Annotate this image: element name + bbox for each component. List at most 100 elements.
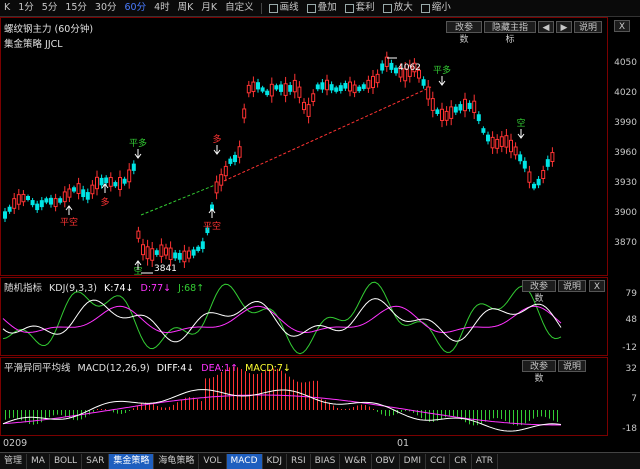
kdj-title: 随机指标 <box>4 283 43 294</box>
period-week[interactable]: 周K <box>174 0 198 16</box>
macd-bar <box>73 410 74 420</box>
macd-bar <box>57 410 58 415</box>
candle-body <box>99 177 104 186</box>
price-tick: 3960 <box>614 148 637 158</box>
tab-kdj[interactable]: KDJ <box>263 453 287 469</box>
macd-bar <box>101 409 102 410</box>
macd-bar <box>405 410 406 412</box>
candle-body <box>527 171 532 183</box>
prev-arrow-button[interactable]: ◀ <box>538 21 554 33</box>
tab-dmi[interactable]: DMI <box>400 453 426 469</box>
macd-bar <box>317 380 318 410</box>
kdj-k-value: K:74↓ <box>104 283 134 294</box>
trend-line-green <box>140 184 216 216</box>
candle-body <box>449 106 454 119</box>
period-60min[interactable]: 60分 <box>121 0 151 16</box>
macd-edit-params-button[interactable]: 改参数 <box>522 360 556 384</box>
macd-help-button[interactable]: 说明 <box>558 360 586 372</box>
macd-bar <box>305 382 306 410</box>
tab-jjcl[interactable]: 集金策略 <box>109 453 155 469</box>
period-month[interactable]: 月K <box>197 0 221 16</box>
arbitrage-label: 套利 <box>355 2 375 13</box>
macd-bar <box>401 410 402 412</box>
candlestick-chart[interactable]: 平空多平多空平空多平多空40623841 <box>1 18 607 275</box>
candle-body <box>292 79 297 93</box>
tab-cr[interactable]: CR <box>450 453 472 469</box>
macd-bar <box>49 410 50 418</box>
candle-body <box>150 248 155 261</box>
candle-body <box>118 177 122 190</box>
time-axis: 0209 01 <box>0 436 640 452</box>
main-edit-params-button[interactable]: 改参数 <box>446 21 482 45</box>
zoom-in-button[interactable]: 放大 <box>379 0 417 16</box>
candle-body <box>522 160 527 169</box>
price-tick: 3870 <box>614 238 637 248</box>
draw-line-button[interactable]: 画线 <box>265 0 303 16</box>
candle-body <box>256 82 260 90</box>
tab-turtle[interactable]: 海龟策略 <box>154 453 200 469</box>
overlay-button[interactable]: 叠加 <box>303 0 341 16</box>
candle-body <box>389 62 394 70</box>
macd-bar <box>529 410 530 421</box>
macd-bar <box>161 407 162 410</box>
macd-bar <box>169 406 170 410</box>
candle-body <box>127 169 132 183</box>
period-15min[interactable]: 15分 <box>61 0 91 16</box>
price-tick: 3900 <box>614 208 637 218</box>
macd-bar <box>373 409 374 410</box>
candle-body <box>265 90 270 96</box>
tab-vol[interactable]: VOL <box>199 453 227 469</box>
macd-bar <box>221 371 222 410</box>
kdj-tick: 79 <box>625 289 637 299</box>
tab-rsi[interactable]: RSI <box>287 453 311 469</box>
macd-bar <box>25 410 26 423</box>
candle-body <box>200 241 205 249</box>
kdj-edit-params-button[interactable]: 改参数 <box>522 280 556 304</box>
tab-sar[interactable]: SAR <box>82 453 110 469</box>
period-custom[interactable]: 自定义 <box>221 0 258 16</box>
macd-bar <box>257 373 258 410</box>
period-k[interactable]: K <box>0 0 14 16</box>
candle-body <box>384 56 389 67</box>
tab-atr[interactable]: ATR <box>472 453 498 469</box>
macd-bar <box>21 410 22 421</box>
tab-ma[interactable]: MA <box>27 453 50 469</box>
kdj-tick: -12 <box>622 343 637 353</box>
tab-macd[interactable]: MACD <box>226 453 263 469</box>
period-4h[interactable]: 4时 <box>150 0 174 16</box>
candle-body <box>467 102 472 109</box>
tab-wr[interactable]: W&R <box>340 453 372 469</box>
candle-body <box>486 134 490 142</box>
macd-title-row: 平滑异同平均线 MACD(12,26,9) DIFF:4↓ DEA:1↑ MAC… <box>4 360 291 374</box>
overlay-label: 叠加 <box>317 2 337 13</box>
candle-body <box>95 176 99 190</box>
candle-body <box>26 195 30 201</box>
tab-obv[interactable]: OBV <box>372 453 400 469</box>
tab-bias[interactable]: BIAS <box>311 453 341 469</box>
macd-bar <box>541 410 542 417</box>
kdj-help-button[interactable]: 说明 <box>558 280 586 292</box>
arbitrage-button[interactable]: 套利 <box>341 0 379 16</box>
next-arrow-button[interactable]: ▶ <box>556 21 572 33</box>
period-5min[interactable]: 5分 <box>38 0 62 16</box>
period-30min[interactable]: 30分 <box>91 0 121 16</box>
candle-body <box>16 194 21 205</box>
trend-line-red <box>214 86 432 186</box>
period-1min[interactable]: 1分 <box>14 0 38 16</box>
hide-main-indicator-button[interactable]: 隐藏主指标 <box>484 21 536 45</box>
candle-body <box>85 192 90 200</box>
zoom-out-button[interactable]: 缩小 <box>417 0 455 16</box>
tab-manage[interactable]: 管理 <box>0 453 28 469</box>
macd-tick: 7 <box>631 394 637 404</box>
zoom-out-icon <box>420 3 430 13</box>
candle-body <box>21 193 26 203</box>
macd-bar <box>377 410 378 412</box>
tab-cci[interactable]: CCI <box>426 453 451 469</box>
macd-tick: 32 <box>625 364 637 374</box>
kdj-close-button[interactable]: X <box>589 280 605 292</box>
main-help-button[interactable]: 说明 <box>574 21 602 33</box>
tab-boll[interactable]: BOLL <box>50 453 83 469</box>
macd-bar <box>201 401 202 410</box>
macd-bar <box>489 410 490 420</box>
candle-body <box>269 83 274 97</box>
